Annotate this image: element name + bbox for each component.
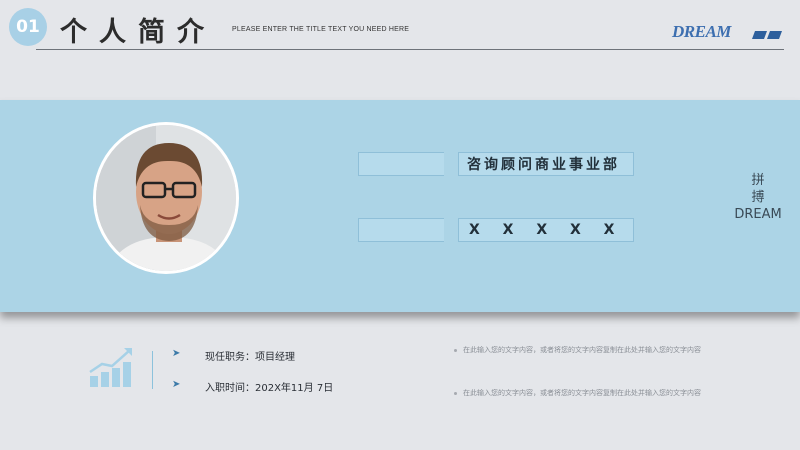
position-text: 现任职务：项目经理 (205, 352, 295, 363)
bullet-dot (454, 392, 457, 395)
department-value: 咨询顾问商业事业部 (467, 157, 620, 173)
page-title: 个人简介 (60, 17, 216, 48)
name-label-box (358, 218, 444, 242)
department-field: 咨询顾问商业事业部 (458, 152, 634, 176)
name-value: X X X X X (469, 222, 624, 238)
header-divider (36, 49, 784, 50)
note-text-1: 在此输入您的文字内容，或者将您的文字内容复制在此处并输入您的文字内容 (463, 346, 701, 354)
section-number-badge: 01 (9, 8, 47, 46)
brand-logo: DREAM (672, 22, 731, 41)
note-text-2: 在此输入您的文字内容，或者将您的文字内容复制在此处并输入您的文字内容 (463, 389, 701, 397)
arrow-right-icon: ➤ (172, 348, 181, 359)
name-field: X X X X X (458, 218, 634, 242)
vertical-divider (152, 351, 153, 389)
arrow-right-icon: ➤ (172, 379, 181, 390)
page-subtitle: PLEASE ENTER THE TITLE TEXT YOU NEED HER… (232, 26, 410, 33)
join-date-text: 入职时间：202X年11月 7日 (205, 383, 334, 394)
bar-chart-growth-icon (89, 348, 132, 387)
person-portrait-icon (96, 125, 236, 271)
logo-stripes-icon (752, 31, 782, 39)
profile-photo (93, 122, 239, 274)
department-label-box (358, 152, 444, 176)
bullet-dot (454, 349, 457, 352)
side-motto: 拼 搏 DREAM (734, 173, 782, 222)
